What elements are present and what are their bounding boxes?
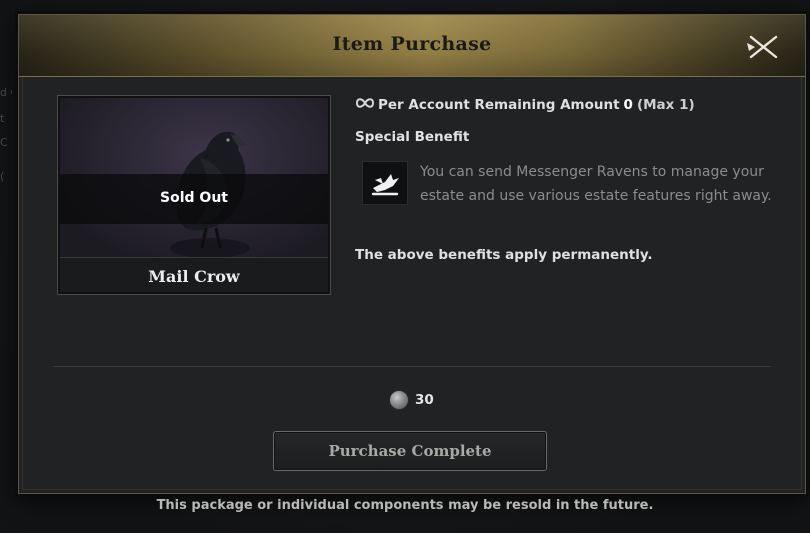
- limit-label: Per Account Remaining Amount: [378, 97, 620, 113]
- close-icon: [747, 35, 778, 59]
- background-text: t: [0, 112, 5, 125]
- special-benefit-heading: Special Benefit: [355, 129, 470, 145]
- close-button[interactable]: [743, 33, 783, 61]
- background-text: C: [0, 136, 8, 149]
- dialog-title: Item Purchase: [332, 33, 492, 55]
- benefit-description: You can send Messenger Ravens to manage …: [420, 164, 772, 204]
- background-text: (: [0, 170, 5, 183]
- purchase-complete-button[interactable]: Purchase Complete: [273, 431, 547, 471]
- messenger-raven-icon: [362, 161, 408, 205]
- item-purchase-dialog: Item Purchase Sold Out Mail Crow Per Acc…: [18, 14, 806, 494]
- item-name: Mail Crow: [148, 267, 240, 286]
- permanent-note: The above benefits apply permanently.: [355, 247, 653, 263]
- silver-coin-icon: [389, 389, 409, 410]
- separator: [53, 366, 771, 367]
- infinity-icon: [355, 97, 375, 113]
- background-text: d C: [0, 86, 12, 99]
- price: 30: [389, 389, 434, 411]
- sold-out-label: Sold Out: [160, 190, 228, 206]
- divider: [60, 257, 328, 258]
- max-count: (Max 1): [636, 97, 695, 113]
- item-image: Sold Out: [60, 98, 328, 257]
- dialog-header: Item Purchase: [19, 15, 805, 77]
- remaining-count: 0: [623, 97, 633, 113]
- price-amount: 30: [415, 391, 434, 408]
- purchase-limit: Per Account Remaining Amount 0 (Max 1): [355, 97, 695, 117]
- item-card: Sold Out Mail Crow: [57, 95, 331, 295]
- resale-footnote: This package or individual components ma…: [156, 498, 654, 513]
